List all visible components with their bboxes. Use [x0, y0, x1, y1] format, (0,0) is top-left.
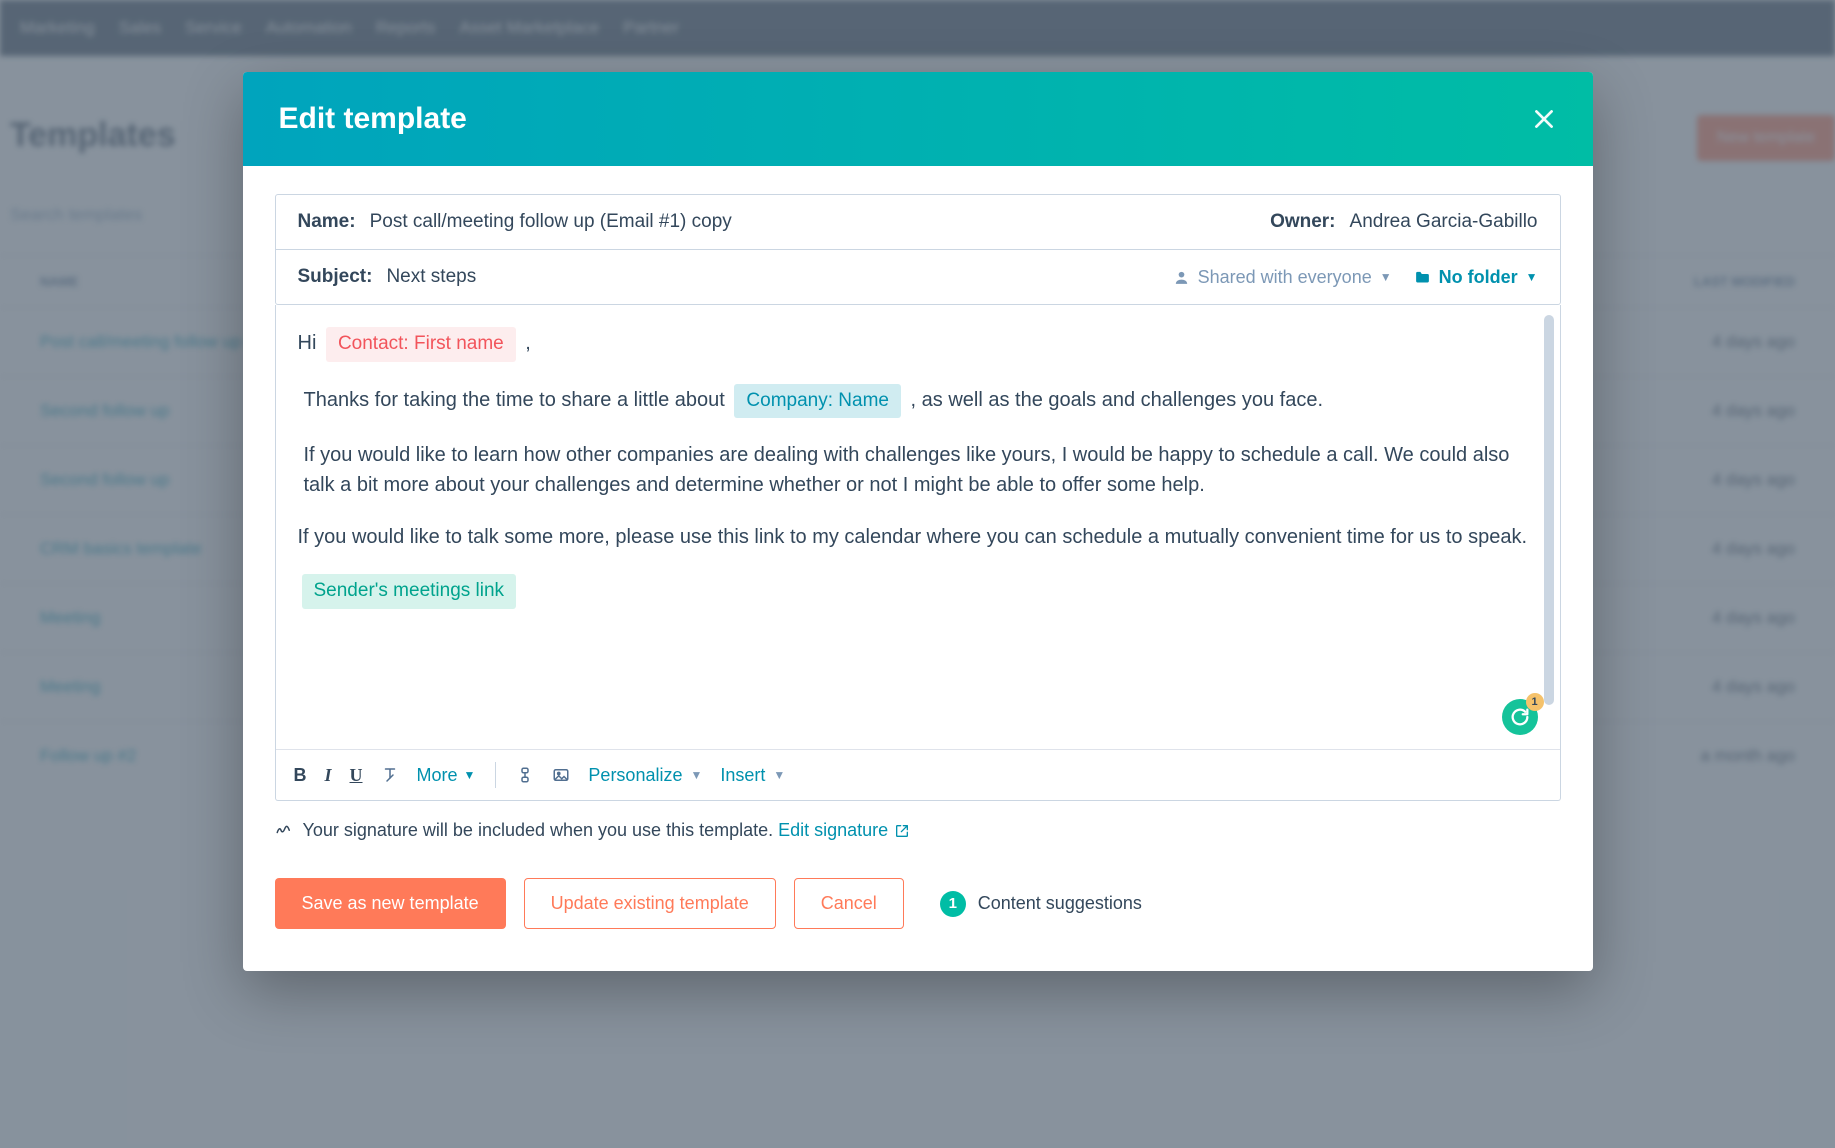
grammarly-count: 1 — [1526, 693, 1544, 711]
save-as-new-button[interactable]: Save as new template — [275, 878, 506, 929]
name-label: Name: — [298, 211, 356, 233]
suggestions-count: 1 — [940, 891, 966, 917]
subject-label: Subject: — [298, 266, 373, 288]
folder-label-text: No folder — [1439, 267, 1518, 288]
p3: If you would like to talk some more, ple… — [298, 522, 1530, 552]
more-dropdown[interactable]: More ▼ — [417, 765, 476, 786]
signature-note: Your signature will be included when you… — [243, 801, 1593, 842]
close-icon[interactable] — [1531, 106, 1557, 132]
grammarly-icon: 1 — [1502, 699, 1538, 735]
italic-button[interactable]: I — [325, 765, 332, 786]
token-meetings-link[interactable]: Sender's meetings link — [302, 574, 517, 609]
owner-value: Andrea Garcia-Gabillo — [1350, 211, 1538, 233]
editor: Hi Contact: First name , Thanks for taki… — [275, 305, 1561, 801]
p1-b: , as well as the goals and challenges yo… — [911, 389, 1323, 411]
link-button[interactable] — [516, 766, 534, 784]
chevron-down-icon: ▼ — [464, 768, 476, 782]
signature-icon — [275, 819, 293, 842]
grammarly-widget[interactable]: 1 — [1502, 699, 1538, 735]
subject-value[interactable]: Next steps — [386, 266, 476, 288]
p2: If you would like to learn how other com… — [298, 440, 1530, 500]
modal-header: Edit template — [243, 72, 1593, 166]
editor-body[interactable]: Hi Contact: First name , Thanks for taki… — [276, 305, 1560, 749]
greet-suffix: , — [525, 332, 531, 354]
image-button[interactable] — [552, 766, 570, 784]
bold-button[interactable]: B — [294, 765, 307, 786]
modal-footer: Save as new template Update existing tem… — [243, 842, 1593, 971]
content-suggestions[interactable]: 1 Content suggestions — [940, 891, 1142, 917]
modal-title: Edit template — [279, 102, 467, 136]
chevron-down-icon: ▼ — [690, 768, 702, 782]
underline-button[interactable]: U — [350, 765, 363, 786]
p1-a: Thanks for taking the time to share a li… — [304, 389, 731, 411]
folder-icon — [1414, 269, 1431, 286]
chevron-down-icon: ▼ — [1380, 270, 1392, 284]
signature-text: Your signature will be included when you… — [303, 820, 779, 840]
greet-prefix: Hi — [298, 332, 322, 354]
clear-format-button[interactable] — [381, 766, 399, 784]
subject-row: Subject: Next steps Shared with everyone… — [276, 249, 1560, 304]
template-meta: Name: Post call/meeting follow up (Email… — [275, 194, 1561, 305]
chevron-down-icon: ▼ — [1526, 270, 1538, 284]
name-row: Name: Post call/meeting follow up (Email… — [276, 195, 1560, 249]
personalize-dropdown[interactable]: Personalize ▼ — [588, 765, 702, 786]
modal-overlay: Edit template Name: Post call/meeting fo… — [0, 0, 1835, 1148]
folder-dropdown[interactable]: No folder ▼ — [1414, 267, 1538, 288]
owner-label: Owner: — [1270, 211, 1335, 233]
token-company-name[interactable]: Company: Name — [734, 384, 901, 419]
editor-toolbar: B I U More ▼ — [276, 749, 1560, 800]
user-icon — [1173, 269, 1190, 286]
insert-dropdown[interactable]: Insert ▼ — [720, 765, 785, 786]
shared-label-text: Shared with everyone — [1198, 267, 1372, 288]
cancel-button[interactable]: Cancel — [794, 878, 904, 929]
shared-dropdown[interactable]: Shared with everyone ▼ — [1173, 267, 1392, 288]
scrollbar[interactable] — [1544, 315, 1554, 705]
edit-template-modal: Edit template Name: Post call/meeting fo… — [243, 72, 1593, 971]
edit-signature-link[interactable]: Edit signature — [778, 820, 910, 841]
token-contact-firstname[interactable]: Contact: First name — [326, 327, 516, 362]
suggestions-label: Content suggestions — [978, 893, 1142, 914]
chevron-down-icon: ▼ — [773, 768, 785, 782]
name-value[interactable]: Post call/meeting follow up (Email #1) c… — [370, 211, 732, 233]
update-existing-button[interactable]: Update existing template — [524, 878, 776, 929]
toolbar-separator — [495, 762, 496, 788]
